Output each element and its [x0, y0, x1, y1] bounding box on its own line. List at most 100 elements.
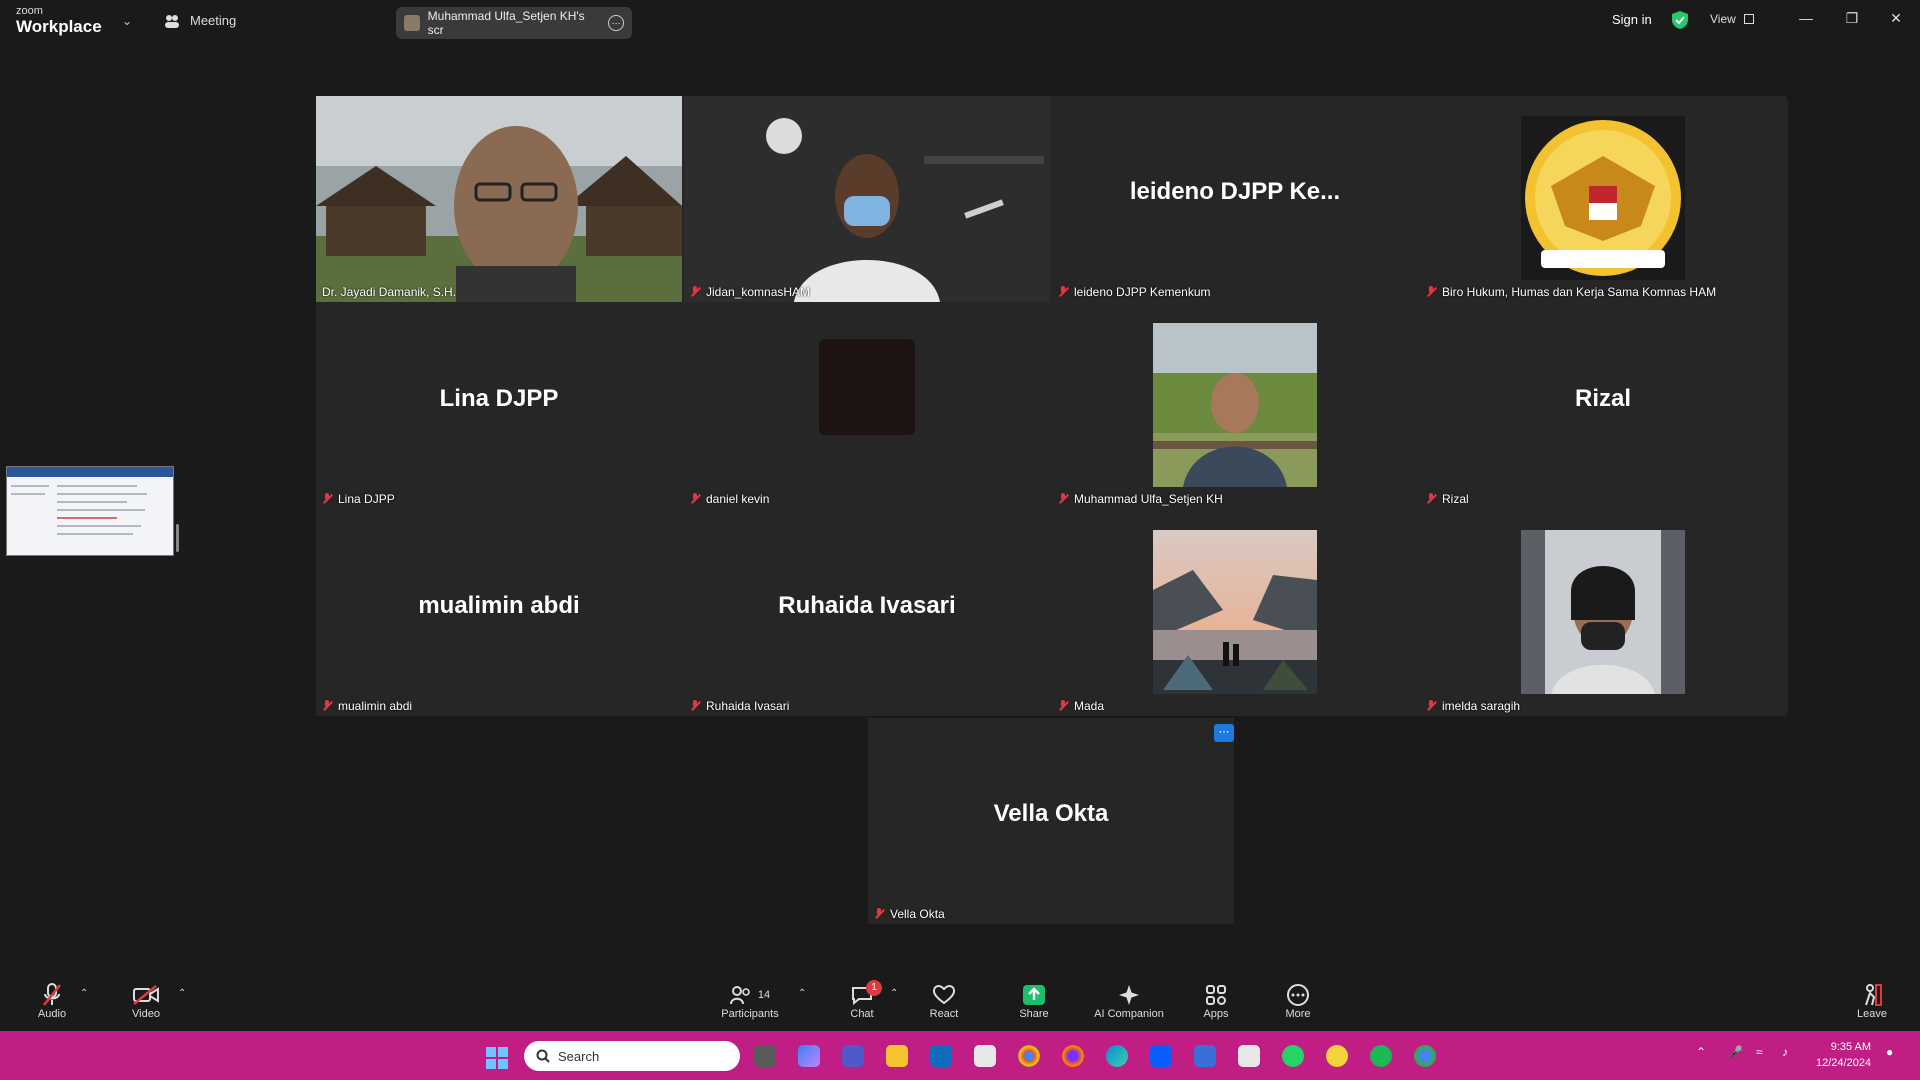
clock-time: 9:35 AM — [1830, 1041, 1872, 1053]
video-label: Video — [132, 1008, 160, 1020]
share-button[interactable]: Share — [1016, 982, 1052, 1020]
chat-button[interactable]: 1 Chat — [844, 980, 882, 1020]
doc-line — [57, 517, 117, 519]
zoom-workplace-logo[interactable]: zoom Workplace — [16, 6, 102, 36]
whatsapp-icon[interactable] — [1282, 1045, 1304, 1067]
app-icon[interactable] — [1326, 1045, 1348, 1067]
resize-handle[interactable] — [176, 524, 179, 552]
shared-screen-thumbnail[interactable] — [6, 466, 174, 556]
doc-line — [57, 501, 127, 503]
mic-muted-icon — [1058, 493, 1068, 505]
participant-tile[interactable]: Mada — [1052, 510, 1418, 716]
ai-companion-button[interactable]: AI Companion — [1090, 982, 1168, 1020]
meeting-toolbar: Audio ⌃ Video ⌃ 14 Participants ⌃ 1 Chat… — [0, 974, 1920, 1031]
doc-line — [57, 485, 137, 487]
participant-display-name: Rizal — [1574, 385, 1631, 412]
chevron-down-icon[interactable]: ⌄ — [122, 14, 132, 28]
participant-name: Vella Okta — [874, 907, 945, 921]
options-icon[interactable]: ⋯ — [1214, 724, 1234, 742]
apps-label: Apps — [1203, 1008, 1229, 1020]
mic-muted-icon — [43, 983, 61, 1006]
participant-video — [316, 96, 682, 302]
edge-icon[interactable] — [1106, 1045, 1128, 1067]
mic-muted-icon — [1426, 286, 1436, 298]
participant-tile[interactable]: leideno DJPP Ke... leideno DJPP Kemenkum — [1052, 96, 1418, 302]
wifi-icon[interactable]: ≈ — [1756, 1045, 1763, 1059]
doc-line — [57, 493, 147, 495]
shield-icon[interactable] — [1672, 11, 1688, 29]
mic-muted-icon — [690, 700, 700, 712]
chevron-up-icon[interactable]: ⌃ — [178, 988, 186, 999]
chevron-up-icon[interactable]: ⌃ — [80, 988, 88, 999]
view-menu[interactable]: View — [1710, 12, 1736, 26]
participant-name: Jidan_komnasHAM — [690, 285, 810, 299]
chevron-up-icon[interactable]: ⌃ — [798, 988, 806, 999]
participant-tile[interactable]: Rizal Rizal — [1420, 303, 1786, 509]
more-button[interactable]: More — [1280, 982, 1316, 1020]
minimize-icon[interactable]: — — [1796, 10, 1816, 26]
participant-tile[interactable]: Dr. Jayadi Damanik, S.H. — [316, 96, 682, 302]
grid-view-icon[interactable] — [1744, 14, 1754, 24]
participant-tile[interactable]: daniel kevin — [684, 303, 1050, 509]
notification-bell-icon[interactable]: ● — [1886, 1045, 1893, 1059]
participant-tile[interactable]: Jidan_komnasHAM — [684, 96, 1050, 302]
copilot-icon[interactable] — [798, 1045, 820, 1067]
participant-name: Rizal — [1426, 492, 1469, 506]
meeting-menu[interactable]: Meeting — [164, 13, 236, 28]
windows-start-icon[interactable] — [486, 1047, 508, 1069]
participant-tile[interactable]: Ruhaida Ivasari Ruhaida Ivasari — [684, 510, 1050, 716]
participant-tile[interactable]: Muhammad Ulfa_Setjen KH — [1052, 303, 1418, 509]
participant-count: 14 — [757, 989, 771, 1001]
ai-companion-label: AI Companion — [1094, 1008, 1164, 1020]
audio-button[interactable]: Audio — [34, 982, 70, 1020]
zoom-icon[interactable] — [1150, 1045, 1172, 1067]
participants-icon — [729, 986, 750, 1005]
title-bar: zoom Workplace ⌄ Meeting Muhammad Ulfa_S… — [0, 0, 1920, 44]
mic-muted-icon — [1426, 493, 1436, 505]
avatar — [819, 339, 915, 435]
video-off-icon — [133, 985, 159, 1005]
doc-line — [57, 525, 141, 527]
participant-tile[interactable]: Biro Hukum, Humas dan Kerja Sama Komnas … — [1420, 96, 1786, 302]
file-explorer-icon[interactable] — [886, 1045, 908, 1067]
options-icon[interactable]: ⋯ — [608, 15, 624, 31]
microphone-icon[interactable]: 🎤 — [1728, 1045, 1743, 1059]
close-icon[interactable]: ✕ — [1886, 10, 1906, 27]
chevron-up-icon[interactable]: ⌃ — [890, 988, 898, 999]
chat-badge: 1 — [866, 980, 882, 996]
sign-in-link[interactable]: Sign in — [1612, 12, 1652, 27]
task-view-icon[interactable] — [754, 1045, 776, 1067]
firefox-icon[interactable] — [1062, 1045, 1084, 1067]
document-app-icon[interactable] — [1194, 1045, 1216, 1067]
search-placeholder: Search — [558, 1048, 600, 1064]
chrome-icon[interactable] — [1018, 1045, 1040, 1067]
video-button[interactable]: Video — [128, 982, 164, 1020]
teams-icon[interactable] — [842, 1045, 864, 1067]
chrome-profile-icon[interactable] — [1414, 1045, 1436, 1067]
outlook-icon[interactable] — [930, 1045, 952, 1067]
leave-button[interactable]: Leave — [1854, 982, 1890, 1020]
participant-name: Muhammad Ulfa_Setjen KH — [1058, 492, 1223, 506]
mic-muted-icon — [690, 286, 700, 298]
participants-button[interactable]: 14 Participants — [716, 982, 784, 1020]
search-icon — [536, 1049, 550, 1063]
spotify-icon[interactable] — [1370, 1045, 1392, 1067]
restore-icon[interactable]: ❐ — [1842, 10, 1862, 27]
chevron-up-icon[interactable]: ⌃ — [1696, 1045, 1706, 1059]
participant-tile[interactable]: imelda saragih — [1420, 510, 1786, 716]
store-icon[interactable] — [974, 1045, 996, 1067]
doc-line — [11, 493, 45, 495]
participant-tile[interactable]: Lina DJPP Lina DJPP — [316, 303, 682, 509]
participant-tile[interactable]: mualimin abdi mualimin abdi — [316, 510, 682, 716]
participant-tile[interactable]: ⋯ Vella Okta Vella Okta — [868, 718, 1234, 924]
avatar — [1153, 323, 1317, 487]
volume-icon[interactable]: ♪ — [1782, 1045, 1788, 1059]
mic-muted-icon — [874, 908, 884, 920]
screen-share-indicator[interactable]: Muhammad Ulfa_Setjen KH's scr ⋯ — [396, 7, 632, 39]
participant-display-name: mualimin abdi — [418, 592, 580, 619]
system-clock[interactable]: 9:35 AM 12/24/2024 — [1816, 1039, 1871, 1071]
react-button[interactable]: React — [926, 982, 962, 1020]
taskbar-search[interactable]: Search — [524, 1041, 740, 1071]
media-app-icon[interactable] — [1238, 1045, 1260, 1067]
apps-button[interactable]: Apps — [1198, 982, 1234, 1020]
